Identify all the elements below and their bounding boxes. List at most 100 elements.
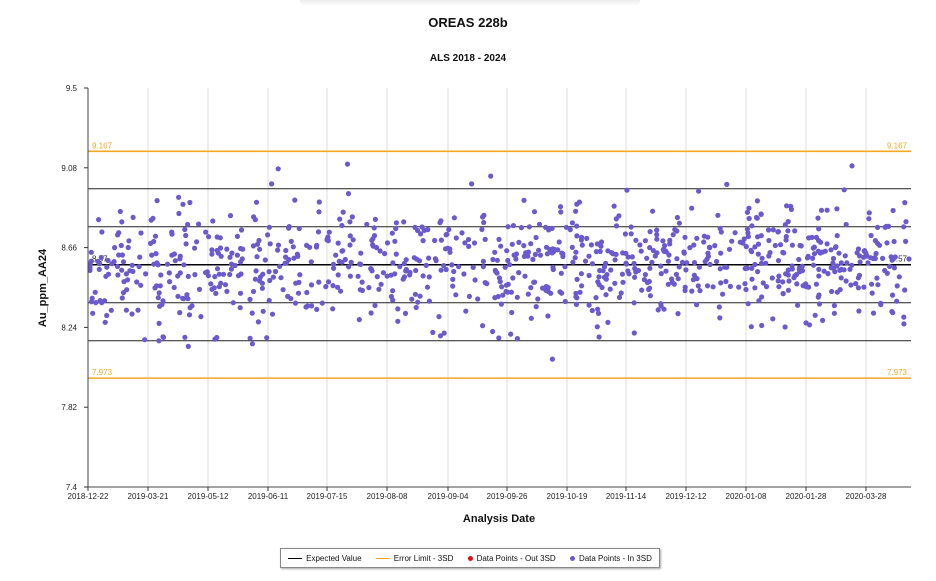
data-point [153, 251, 159, 257]
data-point [138, 282, 144, 288]
data-point [401, 219, 407, 225]
data-point [92, 289, 98, 295]
data-point [374, 245, 380, 251]
data-point [395, 318, 401, 324]
data-point [726, 246, 733, 252]
data-point [323, 284, 329, 290]
data-point [754, 198, 761, 204]
data-point [841, 187, 847, 193]
data-point [849, 163, 855, 169]
data-point [758, 211, 764, 217]
data-point [578, 271, 585, 277]
data-point [443, 232, 449, 238]
data-point [335, 272, 341, 278]
data-point [314, 306, 320, 312]
data-point [658, 263, 664, 269]
data-point [119, 252, 125, 258]
data-point [596, 334, 602, 340]
data-point [160, 334, 167, 340]
data-point [339, 222, 345, 229]
data-point [250, 288, 257, 295]
data-point [832, 269, 838, 275]
data-point [290, 244, 296, 250]
data-point [369, 268, 375, 274]
data-point [691, 242, 697, 248]
data-point [628, 224, 634, 230]
data-point [513, 251, 520, 257]
data-point [780, 279, 786, 285]
data-point [574, 233, 580, 239]
data-point [488, 173, 494, 179]
legend-line-icon [288, 557, 303, 559]
data-point [480, 264, 486, 270]
data-point [96, 217, 102, 223]
data-point [459, 230, 465, 236]
data-point [481, 219, 487, 226]
data-point [237, 305, 243, 311]
data-point [235, 273, 242, 279]
data-point [526, 224, 533, 230]
data-point [376, 286, 382, 292]
data-point [718, 250, 724, 256]
data-point [462, 240, 468, 246]
data-point [765, 227, 772, 233]
data-point [828, 265, 834, 271]
data-point [682, 234, 688, 240]
data-point [573, 294, 579, 300]
data-point [689, 288, 695, 294]
legend-label: Expected Value [306, 553, 362, 563]
data-point [267, 277, 273, 284]
data-point [696, 188, 702, 194]
data-point [593, 295, 599, 301]
data-point [292, 197, 298, 203]
data-point [130, 214, 136, 220]
data-point [902, 200, 908, 206]
data-point [639, 287, 645, 293]
data-point [120, 259, 127, 265]
data-point [642, 272, 649, 278]
data-point [358, 250, 364, 256]
data-point [510, 223, 516, 229]
data-point [378, 281, 384, 287]
y-tick-label: 9.5 [66, 84, 78, 93]
data-point [722, 264, 728, 270]
data-point [135, 307, 141, 313]
data-point [407, 269, 413, 276]
data-point [745, 301, 751, 307]
data-point [227, 271, 233, 278]
data-point [275, 247, 281, 253]
data-point [631, 300, 637, 306]
data-point [185, 221, 191, 228]
data-point [175, 273, 181, 279]
data-point [562, 298, 568, 305]
data-point [536, 247, 542, 253]
data-point [359, 279, 365, 285]
data-point [516, 239, 522, 245]
data-point [789, 266, 795, 272]
data-point [304, 289, 310, 296]
data-point [393, 251, 399, 257]
data-point [574, 201, 580, 207]
data-point [522, 273, 528, 279]
data-point [612, 257, 618, 263]
data-point [623, 261, 630, 267]
data-point [715, 212, 721, 218]
data-point [388, 272, 394, 278]
y-axis-label: Au_ppm_AA24 [37, 248, 49, 327]
data-point [843, 278, 849, 284]
data-point [155, 262, 161, 268]
data-point [432, 256, 438, 262]
data-point [461, 271, 467, 277]
data-point [594, 241, 601, 247]
data-point [185, 343, 191, 349]
data-point [883, 223, 890, 229]
data-point [684, 260, 690, 266]
data-point [819, 249, 826, 255]
data-point [812, 312, 818, 318]
data-point [123, 307, 129, 313]
data-point [843, 221, 849, 228]
data-point [117, 208, 123, 215]
data-point [586, 302, 592, 308]
data-point [339, 259, 345, 265]
data-point [569, 220, 576, 226]
